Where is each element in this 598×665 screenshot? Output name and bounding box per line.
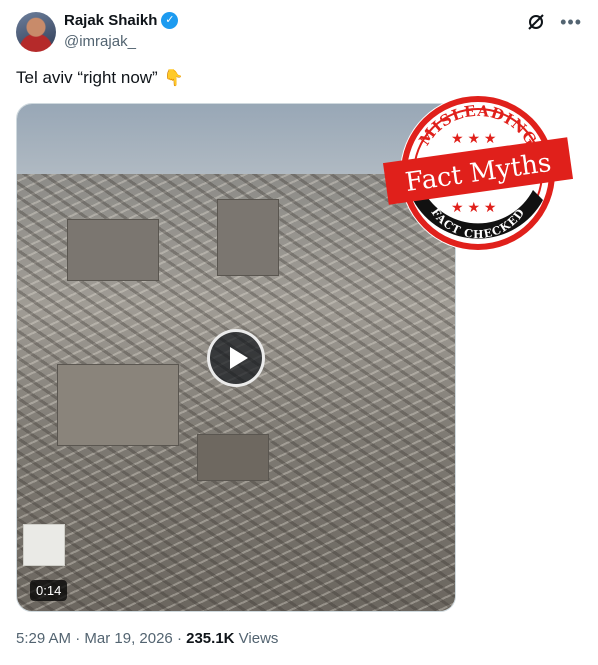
misleading-stamp: MISLEADING ★ ★ ★ Fact Myths ★ ★ ★ FACT C… <box>383 95 573 251</box>
tweet-time[interactable]: 5:29 AM <box>16 630 71 647</box>
verified-badge-icon: ✓ <box>161 12 179 29</box>
ruined-building <box>197 434 269 481</box>
meta-separator: · <box>176 630 182 647</box>
views-count: 235.1K <box>186 630 235 647</box>
play-button[interactable] <box>207 329 265 387</box>
ruined-building <box>67 219 159 281</box>
ruined-building <box>57 364 179 446</box>
play-icon <box>229 347 248 369</box>
pointing-down-emoji: 👇 <box>163 70 184 87</box>
tweet-text: Tel aviv “right now” 👇 <box>16 68 184 88</box>
top-actions: ••• <box>526 12 582 32</box>
grok-icon[interactable] <box>526 12 546 32</box>
views-label: Views <box>238 630 279 647</box>
stamp-stars-top: ★ ★ ★ <box>451 130 496 146</box>
more-options-icon[interactable]: ••• <box>560 12 582 32</box>
author-name-text[interactable]: Rajak Shaikh <box>64 12 157 29</box>
white-structure <box>23 524 65 566</box>
tweet-text-content: Tel aviv “right now” <box>16 68 158 87</box>
avatar[interactable] <box>16 12 56 52</box>
ruined-building <box>217 199 279 276</box>
author-name[interactable]: Rajak Shaikh ✓ <box>64 12 179 29</box>
video-duration: 0:14 <box>30 580 68 601</box>
tweet-metadata: 5:29 AM · Mar 19, 2026 · 235.1K Views <box>16 630 278 647</box>
author-handle[interactable]: @imrajak_ <box>64 33 136 50</box>
stamp-stars-bottom: ★ ★ ★ <box>451 199 496 215</box>
tweet-date[interactable]: Mar 19, 2026 <box>84 630 172 647</box>
meta-separator: · <box>75 630 81 647</box>
